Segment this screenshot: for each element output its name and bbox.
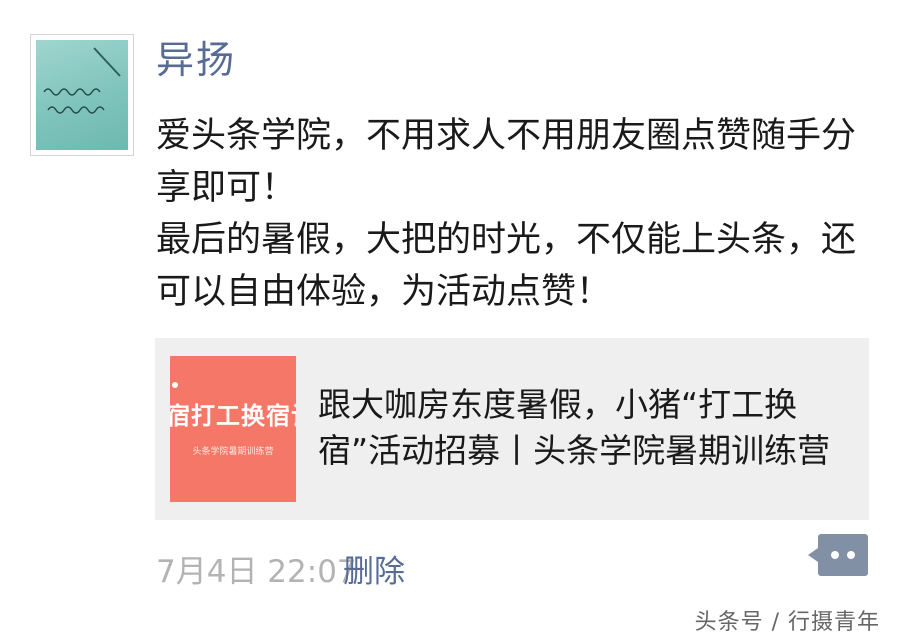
shared-link-card[interactable]: 宿打工换宿计 头条学院暑期训练营 跟大咖房东度暑假，小猪“打工换 宿”活动招募丨… xyxy=(155,338,869,520)
avatar-handwriting xyxy=(43,47,121,114)
watermark: 头条号 / 行摄青年 xyxy=(694,610,880,635)
link-thumbnail: 宿打工换宿计 头条学院暑期训练营 xyxy=(170,356,296,502)
comment-more-icon[interactable] xyxy=(808,534,868,576)
thumbnail-dot xyxy=(172,382,178,388)
thumbnail-subtitle: 头条学院暑期训练营 xyxy=(192,447,274,457)
post-text: 爱头条学院，不用求人不用朋友圈点赞随手分 享即可！ 最后的暑假，大把的时光，不仅… xyxy=(156,116,857,312)
dot-icon xyxy=(831,551,839,559)
nickname-link[interactable]: 异扬 xyxy=(156,38,236,84)
dot-icon xyxy=(847,551,855,559)
avatar-image xyxy=(36,40,128,150)
delete-link[interactable]: 删除 xyxy=(343,546,405,591)
post-timestamp: 7月4日 22:07 xyxy=(156,554,357,590)
link-title: 跟大咖房东度暑假，小猪“打工换 宿”活动招募丨头条学院暑期训练营 xyxy=(318,385,831,470)
avatar[interactable] xyxy=(30,34,134,156)
thumbnail-title: 宿打工换宿计 xyxy=(170,402,296,430)
